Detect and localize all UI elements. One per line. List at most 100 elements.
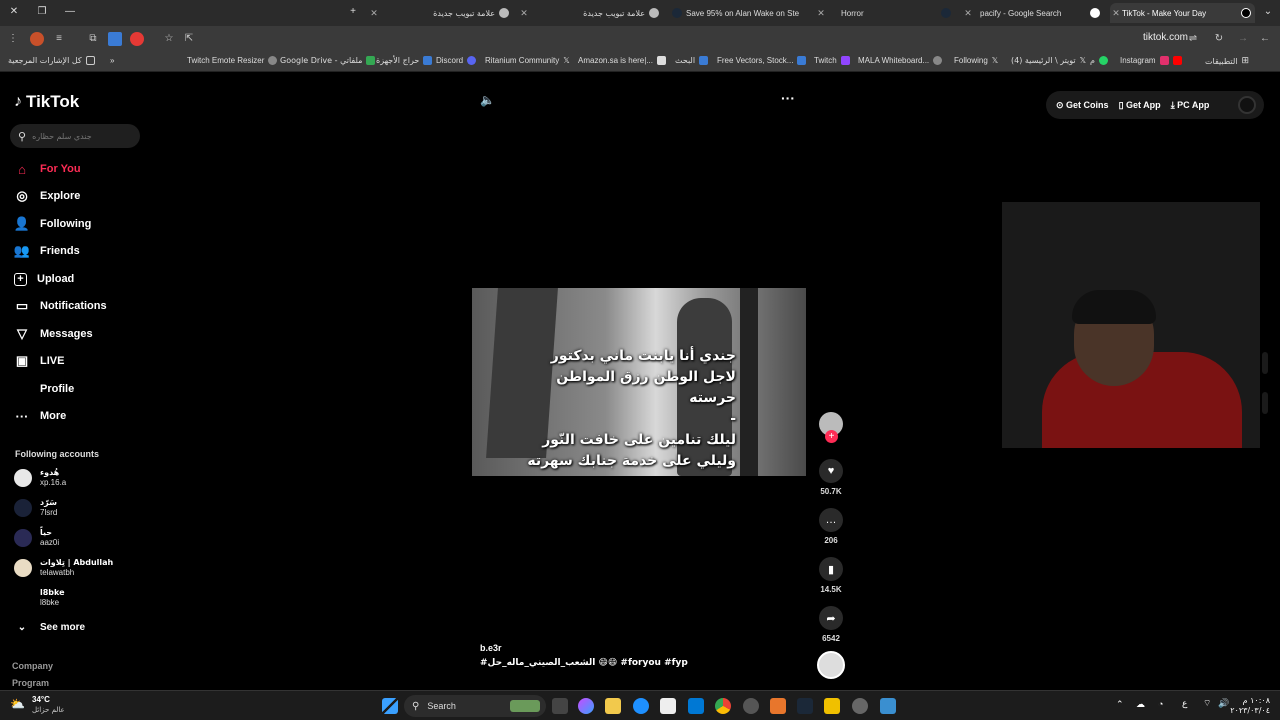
extension-avatar-icon[interactable]	[30, 32, 44, 46]
bookmark-item[interactable]: Ritanium Community 𝕏	[485, 56, 570, 65]
footer-company-link[interactable]: Company	[12, 661, 53, 671]
bookmark-item[interactable]: التطبيقات ⊞	[1205, 56, 1249, 66]
browser-tab-active[interactable]: ✕ TikTok - Make Your Day	[1110, 3, 1255, 23]
browser-tab[interactable]: ✕ pacify - Google Search	[962, 3, 1104, 23]
tray-app-icon[interactable]: ◔	[1158, 699, 1163, 709]
restore-window-icon[interactable]: ❐	[34, 4, 50, 20]
file-explorer-icon[interactable]	[605, 698, 621, 714]
bookmark-item[interactable]: Discord	[436, 56, 477, 65]
bookmark-item[interactable]: Twitch Emote Resizer	[187, 56, 278, 65]
following-account[interactable]: تِلاوات | Abdullah telawatbh	[14, 555, 113, 581]
bookmark-item[interactable]: Instagram	[1120, 56, 1182, 65]
extension-icon[interactable]: ≡	[52, 32, 66, 46]
site-settings-icon[interactable]: ⇌	[1186, 32, 1200, 46]
language-indicator[interactable]: ع	[1182, 699, 1187, 709]
nav-upload[interactable]: + Upload	[14, 269, 74, 289]
bookmark-item[interactable]: MALA Whiteboard...	[858, 56, 943, 65]
pc-app-button[interactable]: ⤓ PC App	[1171, 100, 1210, 111]
comment-button[interactable]: … 206	[818, 508, 844, 545]
creator-avatar-follow[interactable]: +	[818, 412, 844, 443]
tab-close-icon[interactable]: ✕	[815, 8, 827, 19]
new-tab-icon[interactable]: +	[345, 4, 361, 20]
settings-icon[interactable]	[852, 698, 868, 714]
volume-tray-icon[interactable]: 🔊	[1218, 698, 1229, 709]
app-yellow-icon[interactable]	[824, 698, 840, 714]
video-hashtags[interactable]: #الشعب_الصيني_ماله_حل 😄😄 #foryou #fyp	[480, 658, 688, 668]
windows-start-icon[interactable]	[382, 698, 398, 714]
tray-chevron-icon[interactable]: ⌃	[1116, 699, 1124, 710]
share-button[interactable]: ➦ 6542	[818, 606, 844, 643]
weather-icon[interactable]: ⛅	[10, 697, 25, 711]
bookmark-item[interactable]: Twitch	[814, 56, 850, 65]
extension-red-icon[interactable]	[130, 32, 144, 46]
bookmark-item[interactable]: Google Drive - ملفاتي	[280, 56, 376, 65]
app-orange-icon[interactable]	[770, 698, 786, 714]
nav-live[interactable]: ▣ LIVE	[14, 351, 65, 371]
taskbar-search[interactable]: ⚲ Search	[404, 695, 546, 717]
nav-profile[interactable]: Profile	[14, 379, 74, 399]
extension-puzzle-icon[interactable]: ⧉	[86, 32, 100, 46]
store-icon[interactable]	[660, 698, 676, 714]
share-icon[interactable]: ⇱	[182, 32, 196, 46]
extension-blue-icon[interactable]	[108, 32, 122, 46]
follow-plus-icon[interactable]: +	[825, 430, 838, 443]
photos-icon[interactable]	[880, 698, 896, 714]
bookmark-item[interactable]: Amazon.sa is here|...	[578, 56, 666, 65]
clock[interactable]: ١٠:٠٨ م ٢٠٢٣/٠٣/٠٤	[1230, 696, 1270, 716]
browser-tab[interactable]: Save 95% on Alan Wake on Ste	[668, 3, 808, 23]
bookmarks-overflow-icon[interactable]: »	[110, 56, 114, 65]
music-disc-icon[interactable]	[817, 651, 845, 679]
minimize-window-icon[interactable]: —	[62, 4, 78, 20]
get-app-button[interactable]: ▯ Get App	[1119, 100, 1161, 111]
bookmark-item[interactable]: Free Vectors, Stock...	[717, 56, 807, 65]
steam-icon[interactable]	[797, 698, 813, 714]
weather-temp[interactable]: 34°C	[32, 695, 50, 704]
browser-tab[interactable]: ✕ علامة تبويب جديدة	[368, 3, 513, 23]
volume-icon[interactable]: 🔈	[480, 93, 495, 107]
tray-cloud-icon[interactable]: ☁	[1136, 699, 1145, 710]
tab-close-icon[interactable]: ✕	[518, 8, 530, 19]
get-coins-button[interactable]: ⊙ Get Coins	[1056, 100, 1109, 111]
bookmark-item[interactable]: كل الإشارات المرجعية	[8, 56, 95, 65]
tab-close-icon[interactable]: ✕	[368, 8, 380, 19]
tab-search-icon[interactable]: ⌄	[1260, 4, 1276, 20]
close-window-icon[interactable]: ✕	[6, 4, 22, 20]
following-account[interactable]: l8bke l8bke	[14, 585, 65, 611]
bookmark-item[interactable]: م	[1090, 56, 1108, 65]
chrome-icon[interactable]	[715, 698, 731, 714]
bookmark-star-icon[interactable]: ☆	[162, 32, 176, 46]
following-account[interactable]: هُدوء xp.16.a	[14, 465, 66, 491]
url-text[interactable]: tiktok.com	[1143, 32, 1188, 43]
search-input[interactable]	[32, 131, 133, 141]
copilot-icon[interactable]	[578, 698, 594, 714]
video-author[interactable]: b.e3r	[480, 643, 502, 653]
nav-more[interactable]: ··· More	[14, 406, 67, 426]
following-account[interactable]: سَرّد 7lsrd	[14, 495, 57, 521]
bookmark-item[interactable]: حراج الأجهزة	[376, 56, 433, 65]
tab-close-icon[interactable]: ✕	[1110, 8, 1122, 19]
bookmark-item[interactable]: البحث	[675, 56, 709, 65]
edge-icon[interactable]	[633, 698, 649, 714]
see-more-button[interactable]: ⌄ See more	[14, 617, 85, 637]
obs-icon[interactable]	[743, 698, 759, 714]
profile-avatar[interactable]	[1238, 96, 1256, 114]
menu-dots-icon[interactable]: ⋮	[6, 32, 20, 46]
nav-following[interactable]: 👤 Following	[14, 214, 91, 234]
bookmark-item[interactable]: (4) تويتر \ الرئيسية 𝕏	[1011, 56, 1086, 65]
like-button[interactable]: ♥ 50.7K	[818, 459, 844, 496]
footer-program-link[interactable]: Program	[12, 678, 49, 688]
task-view-icon[interactable]	[552, 698, 568, 714]
back-icon[interactable]: ←	[1258, 32, 1272, 46]
nav-messages[interactable]: ▽ Messages	[14, 324, 93, 344]
nav-for-you[interactable]: ⌂ For You	[14, 159, 80, 179]
outlook-icon[interactable]	[688, 698, 704, 714]
browser-tab[interactable]: ✕ علامة تبويب جديدة	[518, 3, 663, 23]
tab-close-icon[interactable]: ✕	[962, 8, 974, 19]
video-player[interactable]: جندي أنا يابنت ماني بدكتور لاجل الوطن رز…	[472, 288, 806, 476]
reload-icon[interactable]: ↻	[1212, 32, 1226, 46]
scroll-up-button[interactable]	[1262, 352, 1268, 374]
wifi-icon[interactable]: ⌔	[1203, 698, 1211, 709]
more-options-icon[interactable]: ···	[781, 90, 795, 106]
tiktok-logo[interactable]: ♪ TikTok	[14, 92, 79, 112]
nav-friends[interactable]: 👥 Friends	[14, 241, 80, 261]
